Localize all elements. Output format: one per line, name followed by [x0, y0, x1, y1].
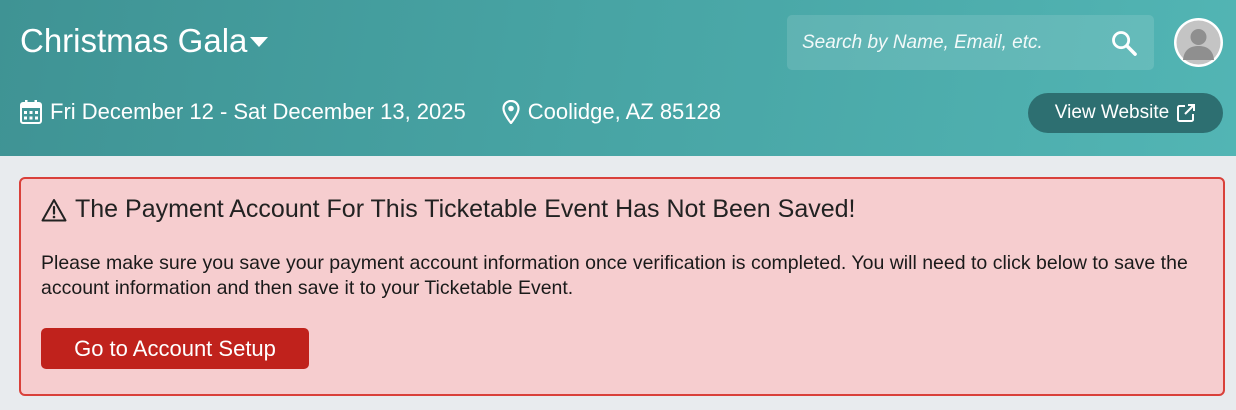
- view-website-label: View Website: [1054, 102, 1170, 123]
- event-title: Christmas Gala: [20, 22, 248, 59]
- event-location-text: Coolidge, AZ 85128: [527, 99, 722, 124]
- event-header: Christmas Gala Search by Name, Email, et…: [0, 0, 1236, 156]
- search-box: [787, 15, 1154, 70]
- map-pin-icon: [502, 100, 520, 124]
- event-dates-text: Fri December 12 - Sat December 13, 2025: [50, 99, 466, 124]
- calendar-icon: [20, 100, 42, 124]
- warning-triangle-icon: [41, 198, 67, 221]
- event-meta: Fri December 12 - Sat December 13, 2025 …: [20, 96, 721, 128]
- caret-down-icon: [250, 37, 269, 47]
- go-to-account-setup-button[interactable]: Go to Account Setup: [41, 328, 309, 369]
- alert-title-text: The Payment Account For This Ticketable …: [75, 195, 856, 223]
- event-dates: Fri December 12 - Sat December 13, 2025: [20, 99, 466, 125]
- payment-account-alert: The Payment Account For This Ticketable …: [19, 177, 1225, 396]
- search-icon[interactable]: [1094, 15, 1154, 70]
- user-avatar-icon[interactable]: [1174, 18, 1223, 67]
- view-website-button[interactable]: View Website: [1028, 93, 1223, 133]
- external-link-icon: [1177, 104, 1196, 122]
- alert-title: The Payment Account For This Ticketable …: [41, 195, 856, 224]
- search-input[interactable]: [787, 15, 1094, 70]
- event-location: Coolidge, AZ 85128: [502, 99, 721, 125]
- alert-message: Please make sure you save your payment a…: [41, 252, 1188, 299]
- event-title-dropdown[interactable]: Christmas Gala: [20, 22, 269, 60]
